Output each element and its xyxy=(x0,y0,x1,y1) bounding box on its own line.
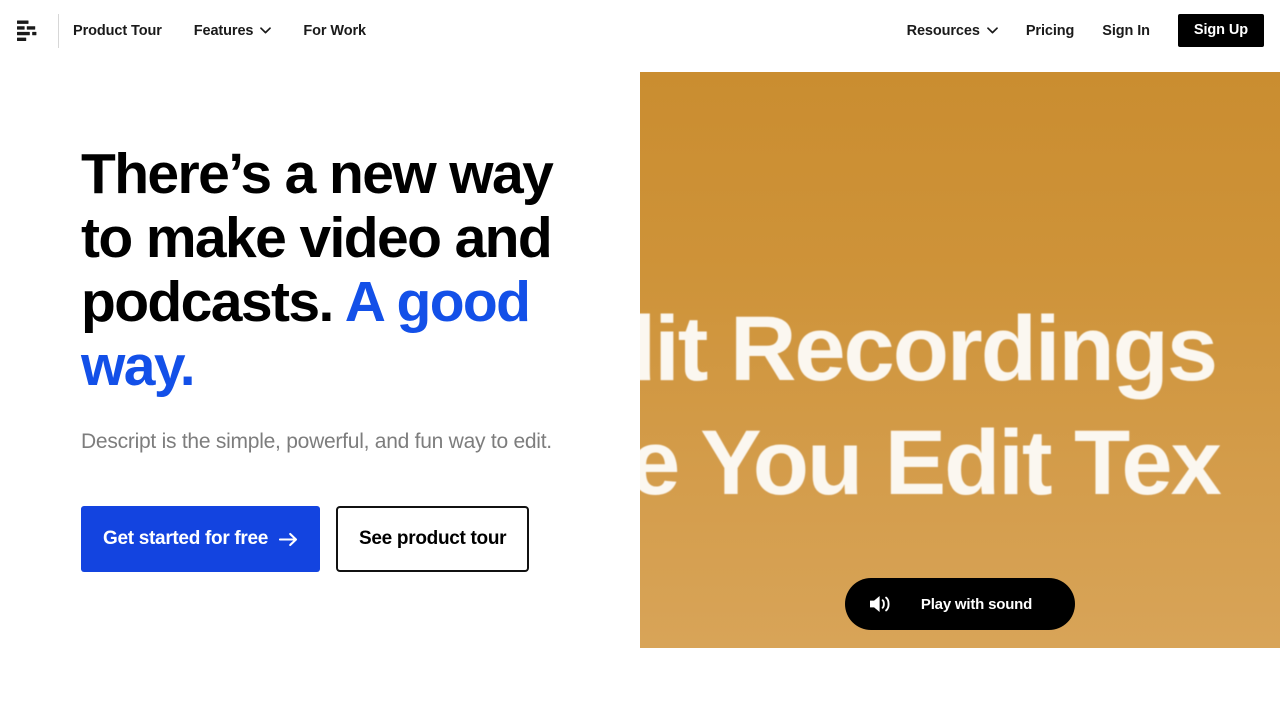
descript-logo-icon[interactable] xyxy=(10,13,46,49)
hero-subheading: Descript is the simple, powerful, and fu… xyxy=(81,430,552,453)
site-header: Product Tour Features For Work Resources… xyxy=(0,0,1280,61)
sign-up-button[interactable]: Sign Up xyxy=(1177,13,1264,48)
nav-item-sign-in-label: Sign In xyxy=(1102,22,1150,39)
landing-page: Product Tour Features For Work Resources… xyxy=(0,0,1280,720)
arrow-right-icon xyxy=(279,532,298,547)
see-product-tour-button[interactable]: See product tour xyxy=(336,506,530,572)
nav-item-features[interactable]: Features xyxy=(194,17,272,45)
primary-nav: Product Tour Features For Work xyxy=(73,17,366,45)
header-left-group: Product Tour Features For Work xyxy=(8,0,366,61)
nav-item-resources-label: Resources xyxy=(906,22,980,39)
nav-item-pricing-label: Pricing xyxy=(1025,22,1075,39)
nav-item-product-tour-label: Product Tour xyxy=(73,22,162,39)
video-caption-line-1: dit Recordings xyxy=(640,298,1218,400)
nav-item-for-work[interactable]: For Work xyxy=(303,17,366,45)
hero-video[interactable]: dit Recordings ke You Edit Tex Play with… xyxy=(640,72,1280,648)
speaker-wave-icon xyxy=(868,593,892,615)
nav-item-for-work-label: For Work xyxy=(303,22,366,39)
nav-item-features-label: Features xyxy=(193,22,254,39)
nav-item-sign-in[interactable]: Sign In xyxy=(1102,17,1150,45)
header-divider xyxy=(58,13,59,48)
hero-cta-group: Get started for free See product tour xyxy=(81,458,640,572)
play-with-sound-button[interactable]: Play with sound xyxy=(845,578,1075,630)
video-caption-line-2: ke You Edit Tex xyxy=(640,412,1222,514)
chevron-down-icon xyxy=(260,27,272,34)
get-started-button[interactable]: Get started for free xyxy=(81,506,321,572)
play-with-sound-label: Play with sound xyxy=(920,595,1033,613)
nav-item-product-tour[interactable]: Product Tour xyxy=(73,17,162,45)
nav-item-resources[interactable]: Resources xyxy=(907,17,998,45)
nav-item-pricing[interactable]: Pricing xyxy=(1025,17,1075,45)
get-started-button-label: Get started for free xyxy=(103,528,269,549)
hero-content: There’s a new way to make video and podc… xyxy=(0,61,640,720)
secondary-nav: Resources Pricing Sign In Sign Up xyxy=(907,13,1264,48)
page-title: There’s a new way to make video and podc… xyxy=(81,61,591,398)
chevron-down-icon xyxy=(986,27,998,34)
video-caption-overlay: dit Recordings ke You Edit Tex xyxy=(640,72,1280,648)
